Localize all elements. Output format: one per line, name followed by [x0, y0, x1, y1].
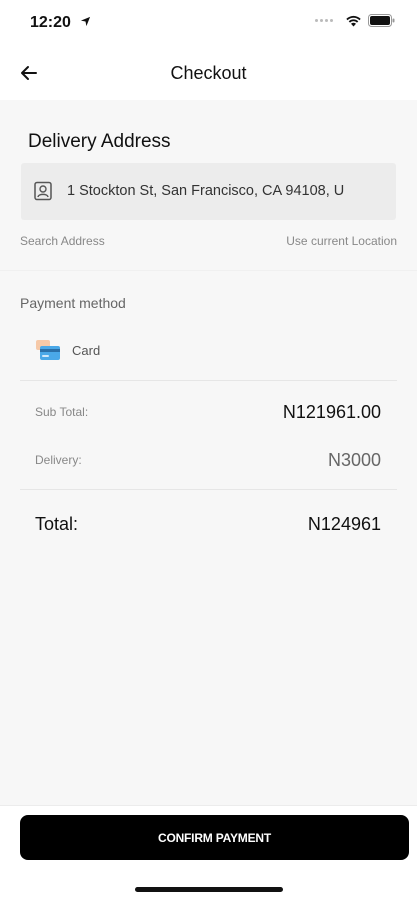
total-value: N124961 — [307, 514, 381, 534]
home-indicator — [135, 887, 283, 892]
status-indicators — [315, 14, 395, 27]
confirm-payment-button[interactable]: CONFIRM PAYMENT — [20, 815, 409, 860]
delivery-fee-value: N3000 — [327, 450, 381, 470]
payment-method-label: Payment method — [20, 295, 126, 311]
divider — [20, 489, 397, 490]
contact-card-icon — [34, 181, 52, 201]
search-address-link[interactable]: Search Address — [20, 234, 105, 248]
status-time: 12:20 — [30, 14, 71, 31]
total-label: Total: — [35, 514, 79, 534]
bottom-action-bar: CONFIRM PAYMENT — [0, 805, 417, 900]
delivery-address-heading: Delivery Address — [28, 131, 171, 152]
nav-bar: Checkout — [0, 46, 417, 100]
status-bar: 12:20 — [0, 0, 417, 46]
subtotal-value: N121961.00 — [282, 402, 381, 422]
address-field[interactable]: 1 Stockton St, San Francisco, CA 94108, … — [21, 163, 396, 220]
page-title: Checkout — [170, 63, 247, 83]
payment-option-card[interactable]: Card — [36, 337, 100, 363]
payment-option-card-label: Card — [72, 342, 101, 358]
credit-card-icon — [36, 340, 60, 360]
section-divider — [0, 270, 417, 271]
subtotal-label: Sub Total: — [35, 405, 89, 419]
delivery-address-section: Delivery Address 1 Stockton St, San Fran… — [0, 100, 417, 270]
address-value[interactable]: 1 Stockton St, San Francisco, CA 94108, … — [67, 183, 376, 199]
wifi-icon — [346, 15, 361, 26]
battery-icon — [368, 14, 395, 27]
location-arrow-icon — [80, 16, 91, 27]
divider — [20, 380, 397, 381]
delivery-fee-label: Delivery: — [35, 453, 82, 467]
cellular-dots-icon — [315, 19, 333, 22]
use-current-location-link[interactable]: Use current Location — [286, 234, 397, 248]
